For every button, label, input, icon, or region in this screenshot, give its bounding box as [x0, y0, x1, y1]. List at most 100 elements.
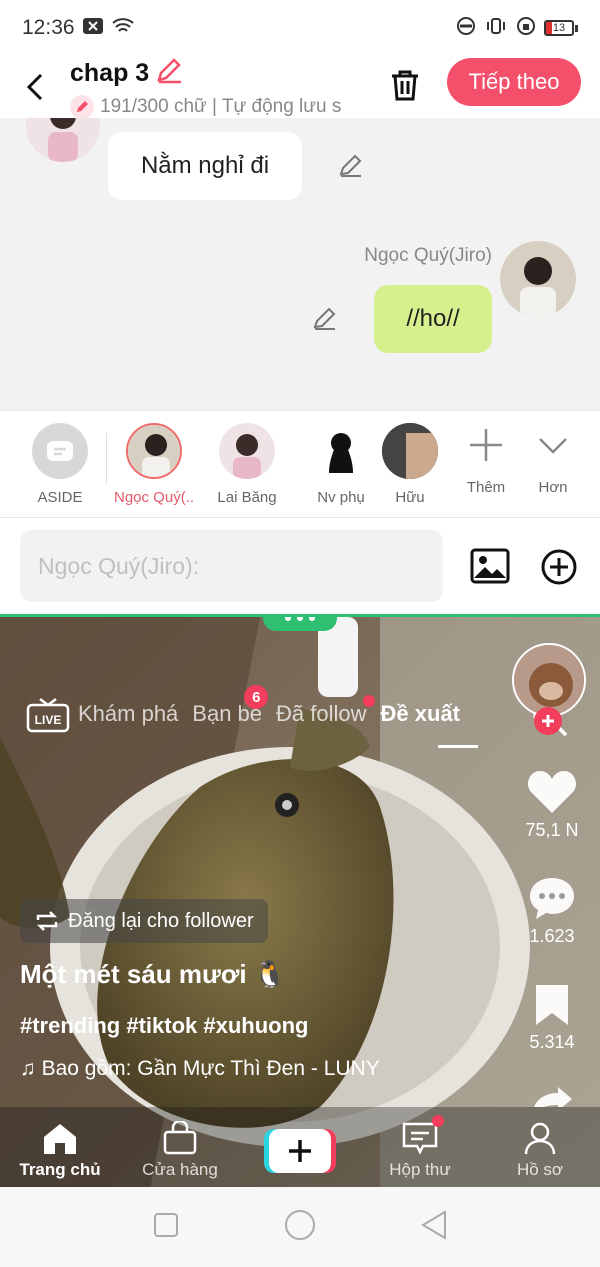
edit-message-icon[interactable]: [336, 150, 366, 180]
next-button[interactable]: Tiếp theo: [447, 58, 581, 106]
shopping-bag-icon: [163, 1119, 197, 1155]
inbox-icon: [402, 1122, 438, 1155]
recents-button[interactable]: [153, 1212, 179, 1243]
triangle-back-icon: [421, 1209, 447, 1240]
character-avatar: [219, 423, 275, 479]
aside-icon: [32, 423, 88, 479]
character-lai-bang[interactable]: Lai Băng: [207, 411, 287, 506]
battery-icon: 13: [544, 20, 578, 36]
character-avatar: [126, 423, 182, 479]
tab-for-you[interactable]: Đề xuất: [381, 701, 460, 727]
nav-label: Trang chủ: [19, 1160, 101, 1179]
tab-following-label: Đã follow: [276, 701, 367, 726]
pencil-icon: [70, 94, 94, 119]
video-title: Một mét sáu mươi 🐧: [20, 959, 287, 989]
creator-avatar[interactable]: [512, 643, 586, 717]
rotation-lock-icon: [516, 16, 536, 41]
divider: [106, 433, 107, 485]
notification-x-icon: [82, 17, 103, 39]
tab-following[interactable]: Đã follow: [276, 695, 375, 727]
active-tab-indicator: [438, 745, 478, 748]
add-content-button[interactable]: [540, 548, 578, 586]
bottom-navigation: Trang chủ Cửa hàng Hộp thư Hồ sơ: [0, 1107, 600, 1187]
nav-create[interactable]: [240, 1107, 360, 1187]
trash-icon: [392, 70, 418, 101]
nav-label: Hồ sơ: [516, 1160, 564, 1179]
share-icon: [534, 1087, 572, 1113]
follow-plus-button[interactable]: [534, 707, 562, 735]
character-label: Lai Băng: [217, 489, 277, 506]
more-characters-label: Hơn: [538, 479, 568, 496]
delete-button[interactable]: [384, 64, 426, 106]
chat-area[interactable]: Nằm nghỉ đi Ngọc Quý(Jiro) //ho//: [0, 118, 600, 410]
character-ngoc-quy[interactable]: Ngọc Quý(...: [114, 411, 194, 506]
plus-icon: [289, 1140, 311, 1162]
insert-image-button[interactable]: [470, 548, 510, 584]
status-bar: 12:36 13: [0, 0, 600, 56]
nav-shop[interactable]: Cửa hàng: [120, 1107, 240, 1187]
plus-icon: [470, 429, 502, 461]
like-button[interactable]: 75,1 N: [522, 767, 582, 841]
system-navigation-bar: [0, 1187, 600, 1267]
wifi-icon: [111, 17, 135, 40]
circle-icon: [284, 1209, 315, 1240]
add-character-button[interactable]: [466, 425, 506, 485]
add-character-label: Thêm: [466, 479, 506, 496]
back-system-button[interactable]: [421, 1209, 447, 1245]
comment-icon: [530, 878, 574, 919]
video-feed-overlay[interactable]: LIVE Khám phá 6 Bạn bè Đã follow Đề xuất…: [0, 614, 600, 1187]
dialogue-input[interactable]: [20, 530, 443, 602]
heart-icon: [527, 770, 577, 813]
inbox-dot: [432, 1115, 444, 1127]
home-system-button[interactable]: [284, 1209, 316, 1246]
battery-level: 13: [544, 20, 574, 36]
character-huu[interactable]: Hữu: [380, 411, 440, 506]
home-icon: [44, 1124, 76, 1154]
character-aside[interactable]: ASIDE: [20, 411, 100, 506]
live-label: LIVE: [35, 713, 62, 727]
nav-home[interactable]: Trang chủ: [0, 1107, 120, 1187]
composer: [0, 518, 600, 614]
nav-profile[interactable]: Hồ sơ: [480, 1107, 600, 1187]
bookmark-icon: [536, 985, 568, 1025]
create-button[interactable]: [269, 1129, 331, 1173]
message-bubble-mine[interactable]: //ho//: [374, 285, 492, 353]
editor-header: chap 3 191/300 chữ | Tự động lưu s Tiếp …: [0, 56, 600, 119]
square-icon: [153, 1212, 178, 1237]
tab-explore[interactable]: Khám phá: [78, 701, 178, 727]
dnd-icon: [456, 16, 476, 41]
nav-label: Cửa hàng: [142, 1160, 218, 1179]
feed-tabs: Khám phá 6 Bạn bè Đã follow Đề xuất: [78, 685, 474, 727]
character-label: Nv phụ: [317, 489, 365, 506]
speaker-name: Ngọc Quý(Jiro): [364, 245, 492, 266]
character-label: Hữu: [395, 489, 425, 506]
video-music[interactable]: ♫ Bao gồm: Gần Mực Thì Đen - LUNY: [20, 1057, 380, 1081]
edit-title-icon[interactable]: [155, 56, 183, 91]
comment-count: 1.623: [529, 926, 575, 946]
character-avatar-right[interactable]: [500, 241, 576, 317]
vibrate-icon: [484, 16, 508, 41]
status-time: 12:36: [22, 16, 75, 39]
message-bubble[interactable]: Nằm nghỉ đi: [108, 132, 302, 200]
video-hashtags[interactable]: #trending #tiktok #xuhuong: [20, 1013, 308, 1039]
word-count-status: 191/300 chữ | Tự động lưu s: [100, 95, 342, 117]
profile-icon: [524, 1122, 556, 1155]
live-button[interactable]: LIVE: [26, 697, 70, 733]
character-nv-phu[interactable]: Nv phụ: [301, 411, 381, 506]
character-avatar: [313, 423, 369, 479]
bookmark-count: 5.314: [529, 1032, 575, 1052]
more-characters-button[interactable]: [536, 429, 572, 479]
edit-message-icon[interactable]: [310, 303, 340, 333]
character-avatar-left[interactable]: [26, 118, 100, 162]
comment-button[interactable]: 1.623: [522, 875, 582, 947]
character-avatar: [382, 423, 438, 479]
drag-handle[interactable]: [263, 617, 337, 631]
tab-friends[interactable]: 6 Bạn bè: [192, 685, 269, 727]
nav-inbox[interactable]: Hộp thư: [360, 1107, 480, 1187]
back-button[interactable]: [0, 56, 70, 118]
repost-button[interactable]: Đăng lại cho follower: [20, 899, 268, 943]
chapter-title: chap 3: [70, 58, 150, 87]
header-titles: chap 3 191/300 chữ | Tự động lưu s: [70, 56, 360, 119]
bookmark-button[interactable]: 5.314: [522, 983, 582, 1053]
nav-label: Hộp thư: [389, 1160, 451, 1179]
